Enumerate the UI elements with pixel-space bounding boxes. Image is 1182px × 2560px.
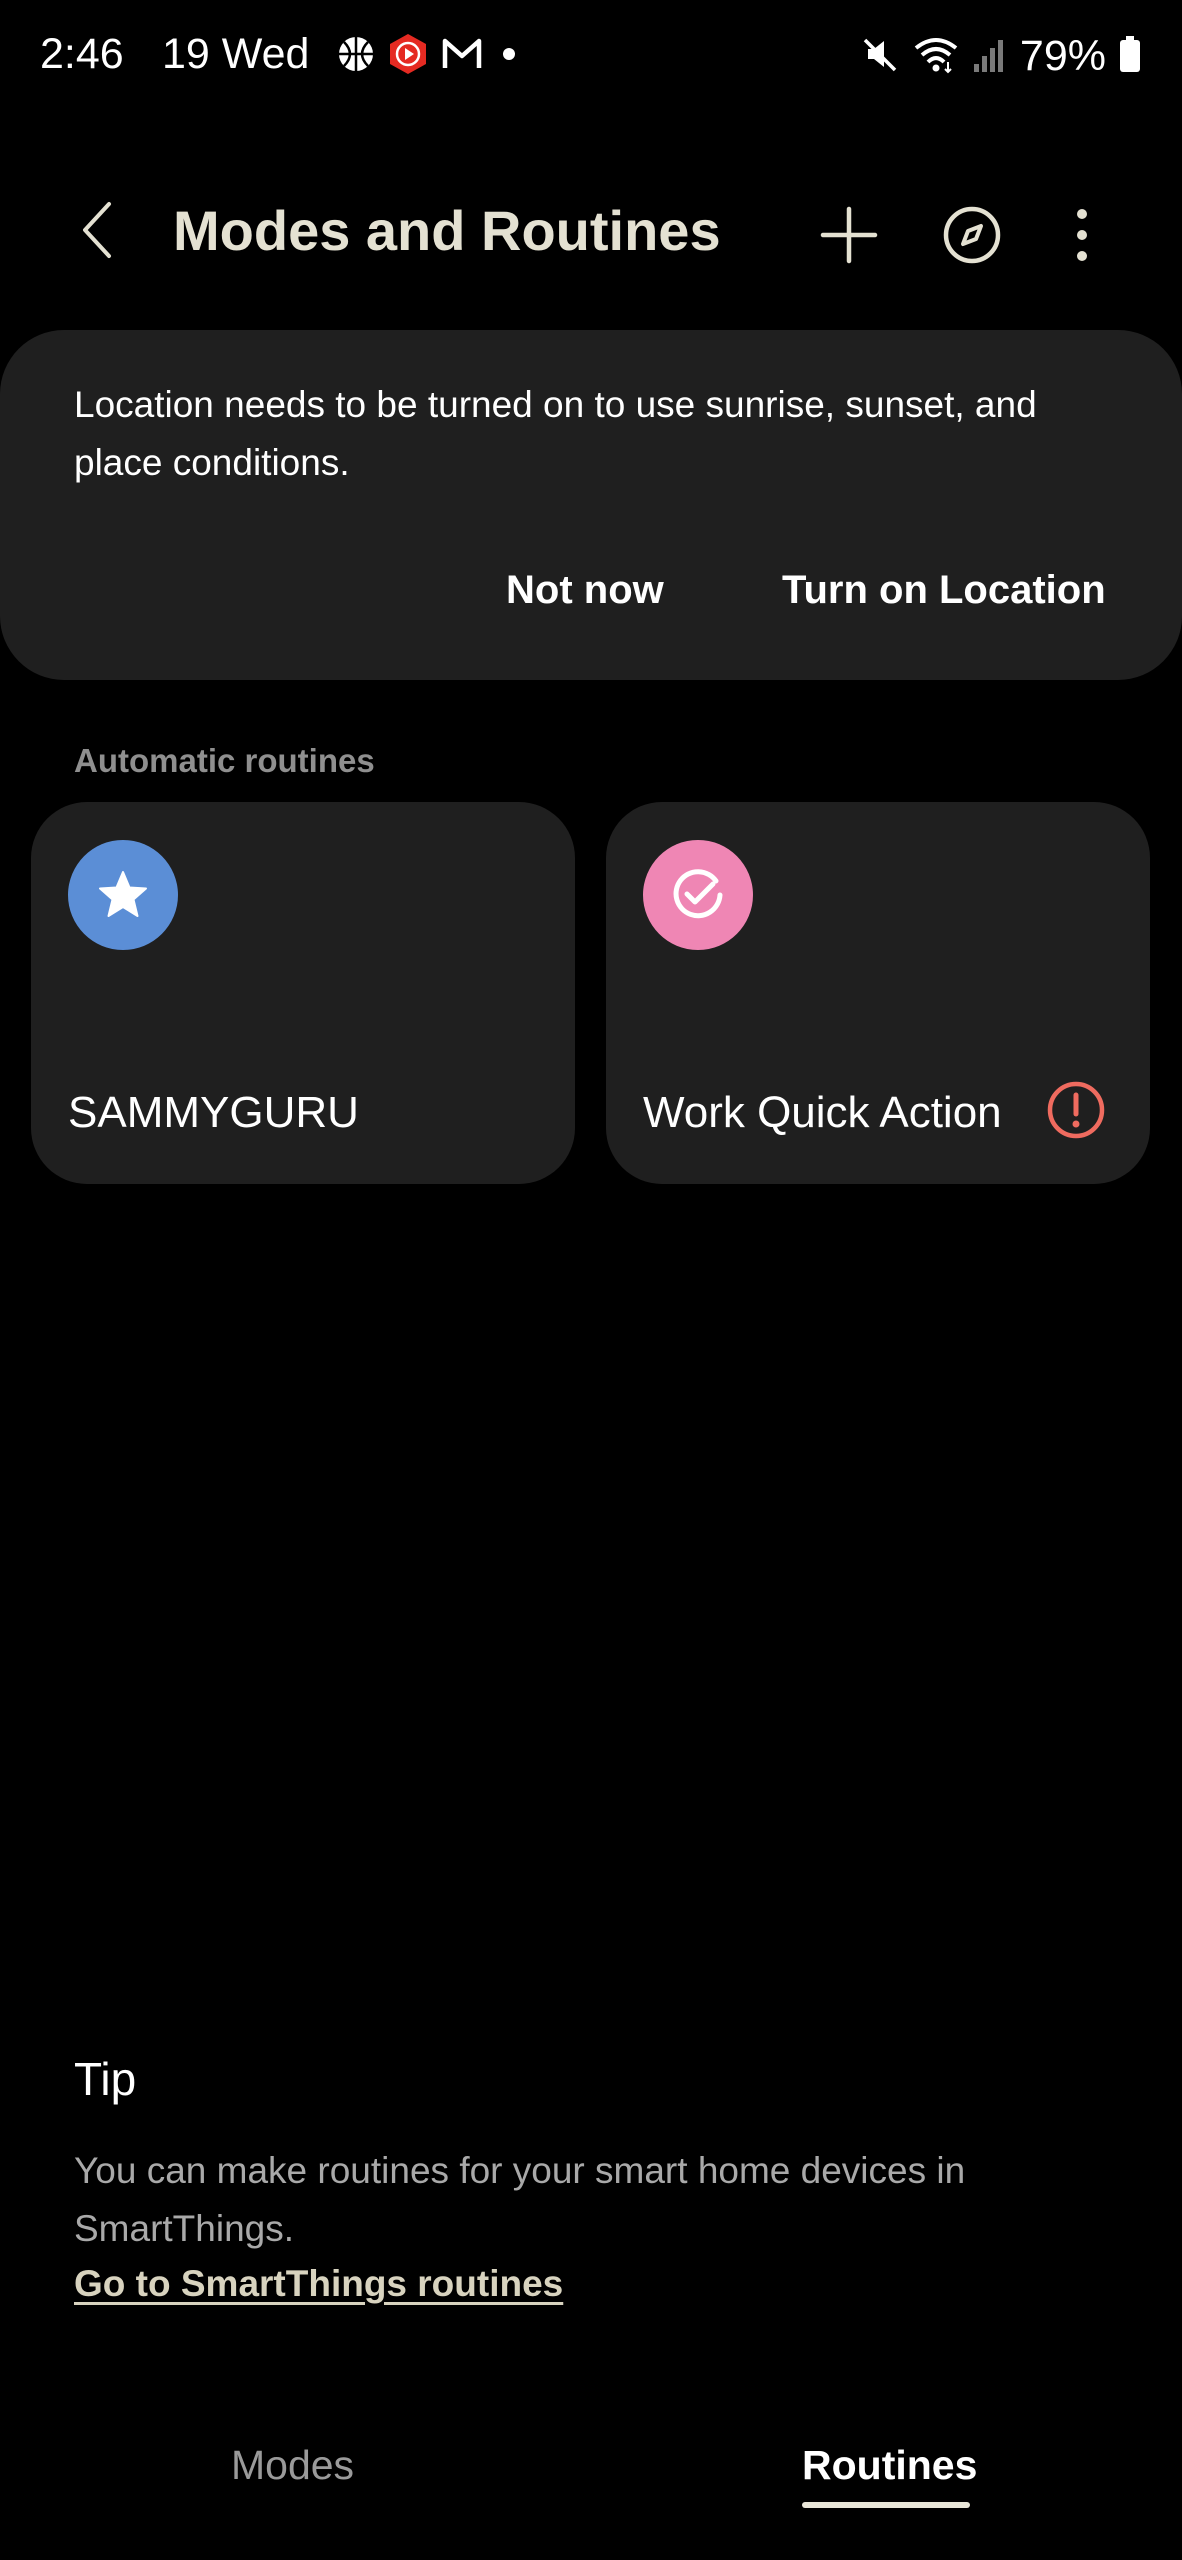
mute-icon xyxy=(860,34,900,79)
tip-title: Tip xyxy=(74,2053,137,2105)
star-icon xyxy=(99,871,147,917)
battery-percent: 79% xyxy=(1019,31,1106,80)
selected-tab-indicator xyxy=(802,2502,970,2508)
bottom-tab-bar: Modes Routines xyxy=(0,2410,1182,2560)
routine-label: SAMMYGURU xyxy=(68,1088,359,1137)
tab-modes[interactable]: Modes xyxy=(231,2436,354,2495)
warning-icon[interactable] xyxy=(1046,1080,1106,1140)
battery-icon xyxy=(1118,34,1142,79)
not-now-button[interactable]: Not now xyxy=(506,562,664,619)
gmail-icon xyxy=(440,34,484,79)
check-circle-icon xyxy=(673,869,723,919)
wifi-icon xyxy=(912,34,960,79)
turn-on-location-button[interactable]: Turn on Location xyxy=(782,562,1106,619)
status-date: 19 Wed xyxy=(162,30,310,78)
signal-icon xyxy=(972,34,1008,79)
tip-text: You can make routines for your smart hom… xyxy=(74,2150,966,2249)
discover-button[interactable] xyxy=(933,196,1011,274)
routine-card-sammyguru[interactable]: SAMMYGURU xyxy=(31,802,575,1184)
routine-icon-badge xyxy=(68,840,178,950)
page-title: Modes and Routines xyxy=(173,199,721,262)
more-options-button[interactable] xyxy=(1052,196,1112,274)
notification-dot-icon xyxy=(494,39,524,74)
tab-routines[interactable]: Routines xyxy=(802,2436,977,2495)
app-bar: Modes and Routines xyxy=(0,160,1182,300)
automatic-routines-header: Automatic routines xyxy=(74,742,375,779)
back-icon xyxy=(83,202,111,258)
status-bar: 2:46 19 Wed 79% xyxy=(0,0,1182,112)
system-icons: 79% xyxy=(860,30,1142,82)
routine-icon-badge xyxy=(643,840,753,950)
smartthings-routines-link[interactable]: Go to SmartThings routines xyxy=(74,2263,563,2305)
compass-icon xyxy=(943,206,1001,264)
routine-label: Work Quick Action xyxy=(643,1088,1002,1137)
location-prompt-card: Location needs to be turned on to use su… xyxy=(0,330,1182,680)
add-routine-button[interactable] xyxy=(810,196,888,274)
status-time: 2:46 xyxy=(40,30,124,78)
plus-icon xyxy=(820,206,878,264)
routine-card-work-quick-action[interactable]: Work Quick Action xyxy=(606,802,1150,1184)
location-message: Location needs to be turned on to use su… xyxy=(74,384,1037,483)
more-vert-icon xyxy=(1077,209,1087,261)
youtube-music-icon xyxy=(386,32,430,81)
back-button[interactable] xyxy=(62,190,132,270)
basketball-icon xyxy=(336,34,376,79)
notification-icons xyxy=(336,32,524,81)
